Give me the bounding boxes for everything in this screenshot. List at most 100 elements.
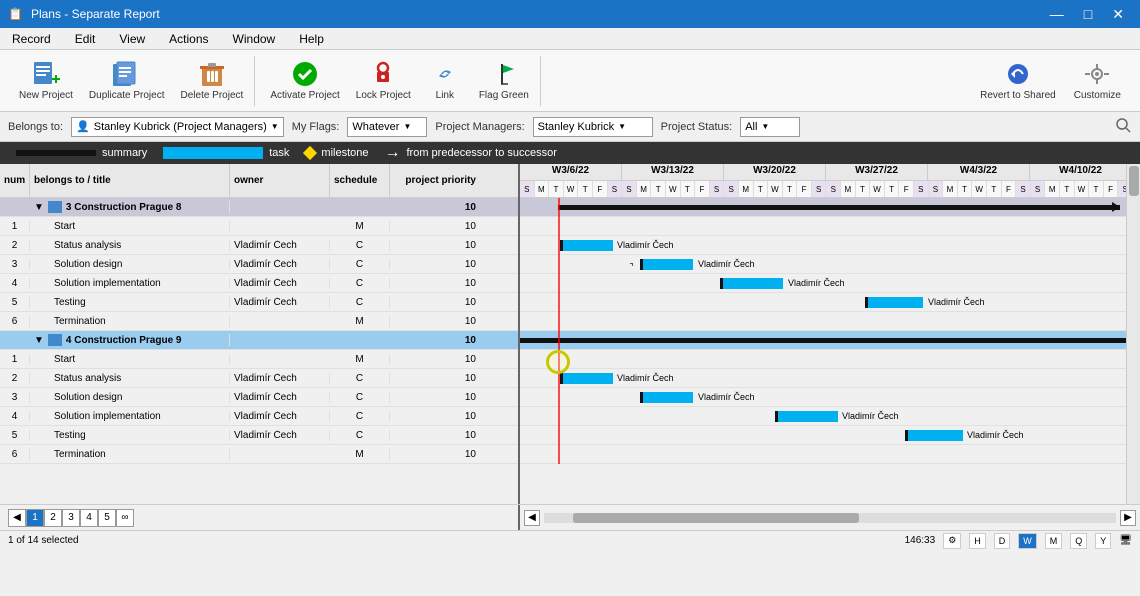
legend-milestone-diamond	[303, 146, 317, 160]
table-row[interactable]: 2 Status analysis Vladimír Čech C 10	[0, 236, 518, 255]
col-header-priority: project priority	[390, 164, 480, 197]
table-row[interactable]: 4 Solution implementation Vladimír Čech …	[0, 274, 518, 293]
selection-status: 1 of 14 selected	[8, 535, 79, 546]
customize-button[interactable]: Customize	[1067, 55, 1128, 106]
search-button[interactable]	[1114, 116, 1132, 137]
menu-window[interactable]: Window	[229, 30, 280, 48]
menu-help[interactable]: Help	[295, 30, 328, 48]
menu-record[interactable]: Record	[8, 30, 55, 48]
gantt-group2-bar	[520, 338, 1140, 343]
cell-belongs: Start	[30, 221, 230, 232]
table-row[interactable]: 5 Testing Vladimír Čech C 10	[0, 293, 518, 312]
project-status-select[interactable]: All ▼	[740, 117, 800, 137]
gantt-day-label: M	[637, 181, 652, 198]
table-row[interactable]: 4 Solution implementation Vladimír Čech …	[0, 407, 518, 426]
legend-bar: summary task milestone → from predecesso…	[0, 142, 1140, 164]
main-content: num belongs to / title owner schedule pr…	[0, 164, 1140, 504]
table-row[interactable]: 2 Status analysis Vladimír Čech C 10	[0, 369, 518, 388]
page-2[interactable]: 2	[44, 509, 62, 527]
prev-page-button[interactable]: ◀	[8, 509, 26, 527]
view-btn-m[interactable]: M	[1045, 533, 1063, 549]
menu-view[interactable]: View	[115, 30, 149, 48]
gantt-hscroll[interactable]: ◀ ▶	[520, 505, 1140, 530]
gantt-scrollbar-v[interactable]	[1126, 164, 1140, 504]
status-icon-monitor: 🖥	[1119, 535, 1132, 546]
gantt-row: Vladimír Čech	[520, 426, 1140, 445]
view-btn-network[interactable]: ⚙	[943, 533, 961, 549]
view-btn-d[interactable]: D	[994, 533, 1011, 549]
view-btn-h[interactable]: H	[969, 533, 986, 549]
table-row[interactable]: ▼ 3 Construction Prague 8 10	[0, 198, 518, 217]
project-managers-arrow: ▼	[618, 122, 626, 131]
table-row[interactable]: 1 Start M 10	[0, 217, 518, 236]
duplicate-project-button[interactable]: Duplicate Project	[82, 55, 172, 106]
gantt-summary-bar	[558, 205, 1120, 210]
activate-project-button[interactable]: Activate Project	[263, 55, 346, 106]
view-btn-y[interactable]: Y	[1095, 533, 1111, 549]
maximize-button[interactable]: □	[1076, 4, 1100, 25]
lock-project-button[interactable]: Lock Project	[349, 55, 418, 106]
cell-num: 1	[0, 354, 30, 365]
minimize-button[interactable]: —	[1042, 4, 1072, 25]
gantt-day-label: S	[710, 181, 725, 198]
view-btn-q[interactable]: Q	[1070, 533, 1087, 549]
page-3[interactable]: 3	[62, 509, 80, 527]
table-row[interactable]: 3 Solution design Vladimír Čech C 10	[0, 388, 518, 407]
belongs-to-value: Stanley Kubrick (Project Managers)	[94, 121, 267, 133]
table-row[interactable]: 6 Termination M 10	[0, 445, 518, 464]
gantt-day-label: S	[826, 181, 841, 198]
table-row[interactable]: 1 Start M 10	[0, 350, 518, 369]
page-5[interactable]: 5	[98, 509, 116, 527]
gantt-day-label: S	[608, 181, 623, 198]
cell-num: 2	[0, 240, 30, 251]
menu-edit[interactable]: Edit	[71, 30, 100, 48]
cell-priority: 10	[390, 316, 480, 327]
table-row[interactable]: 5 Testing Vladimír Čech C 10	[0, 426, 518, 445]
expand-icon[interactable]: ▼	[34, 335, 44, 346]
page-1[interactable]: 1	[26, 509, 44, 527]
table-row[interactable]: ▼ 4 Construction Prague 9 10	[0, 331, 518, 350]
gantt-scrollbar-thumb-v	[1129, 166, 1139, 196]
table-row[interactable]: 3 Solution design Vladimír Čech C 10	[0, 255, 518, 274]
gantt-scroll-left[interactable]: ◀	[524, 510, 540, 526]
expand-icon[interactable]: ▼	[34, 202, 44, 213]
cell-priority: 10	[390, 278, 480, 289]
gantt-scroll-right[interactable]: ▶	[1120, 510, 1136, 526]
table-row[interactable]: 6 Termination M 10	[0, 312, 518, 331]
menu-actions[interactable]: Actions	[165, 30, 212, 48]
belongs-to-label: Belongs to:	[8, 121, 63, 133]
gantt-day-label: F	[1104, 181, 1119, 198]
link-button[interactable]: Link	[420, 55, 470, 106]
title-bar: 📋 Plans - Separate Report — □ ✕	[0, 0, 1140, 28]
gantt-hscrollbar[interactable]	[544, 513, 1116, 523]
legend-predecessor: → from predecessor to successor	[385, 144, 557, 162]
gantt-bar-label: Vladimír Čech	[617, 240, 674, 250]
new-project-button[interactable]: New Project	[12, 55, 80, 106]
flag-green-button[interactable]: Flag Green	[472, 55, 536, 106]
close-button[interactable]: ✕	[1104, 4, 1132, 25]
cell-priority: 10	[390, 449, 480, 460]
cell-belongs: Start	[30, 354, 230, 365]
menu-bar: Record Edit View Actions Window Help	[0, 28, 1140, 50]
view-btn-w[interactable]: W	[1018, 533, 1037, 549]
gantt-day-label: S	[520, 181, 535, 198]
cell-belongs: Solution design	[30, 259, 230, 270]
gantt-row: Vladimír Čech	[520, 274, 1140, 293]
duplicate-project-icon	[111, 60, 143, 88]
cell-owner: Vladimír Čech	[230, 240, 330, 251]
gantt-day-label: S	[622, 181, 637, 198]
page-inf[interactable]: ∞	[116, 509, 134, 527]
gantt-day-label: T	[856, 181, 871, 198]
my-flags-select[interactable]: Whatever ▼	[347, 117, 427, 137]
gantt-day-label: T	[549, 181, 564, 198]
legend-summary: summary	[16, 147, 147, 159]
delete-project-button[interactable]: Delete Project	[174, 55, 251, 106]
legend-milestone: milestone	[305, 147, 368, 159]
project-managers-select[interactable]: Stanley Kubrick ▼	[533, 117, 653, 137]
belongs-to-select[interactable]: 👤 Stanley Kubrick (Project Managers) ▼	[71, 117, 284, 137]
page-4[interactable]: 4	[80, 509, 98, 527]
gantt-day-label: S	[724, 181, 739, 198]
cell-owner: Vladimír Čech	[230, 411, 330, 422]
gantt-day-label: S	[812, 181, 827, 198]
revert-shared-button[interactable]: Revert to Shared	[973, 55, 1063, 106]
